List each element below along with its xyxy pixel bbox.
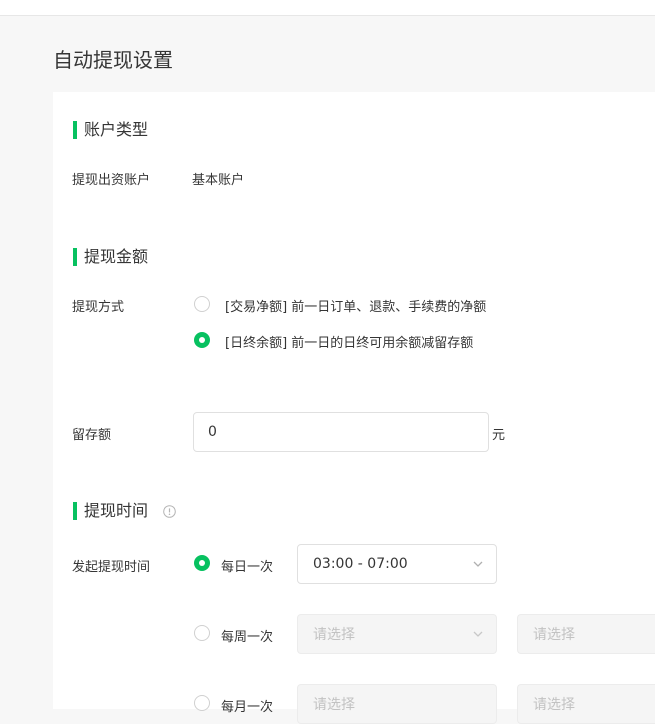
section-title-time: 提现时间 [84,501,149,520]
frequency-monthly-label[interactable]: 每月一次 [221,696,273,715]
radio-net-amount[interactable] [194,296,210,312]
daily-time-value: 03:00 - 07:00 [313,556,408,572]
section-accent-bar [73,121,77,139]
option-day-end-balance-label[interactable]: [日终余额] 前一日的日终可用余额减留存额 [225,332,473,351]
option-net-amount-label[interactable]: [交易净额] 前一日订单、退款、手续费的净额 [225,296,486,315]
frequency-weekly-label[interactable]: 每周一次 [221,626,273,645]
frequency-daily-label[interactable]: 每日一次 [221,556,273,575]
page-title: 自动提现设置 [53,48,173,72]
monthly-day-select[interactable]: 请选择 [297,684,497,724]
weekly-time-select[interactable]: 请选择 [517,614,655,654]
funding-account-value: 基本账户 [192,173,245,188]
section-accent-bar [73,248,77,266]
weekly-day-select[interactable]: 请选择 [297,614,497,654]
section-accent-bar [73,502,77,520]
funding-account-label: 提现出资账户 [72,173,151,188]
radio-weekly[interactable] [194,625,210,641]
withdraw-time-label: 发起提现时间 [72,560,151,575]
reserve-unit: 元 [492,428,506,443]
chevron-down-icon [473,561,483,567]
daily-time-select[interactable]: 03:00 - 07:00 [297,544,497,584]
weekly-day-placeholder: 请选择 [313,627,355,643]
monthly-time-placeholder: 请选择 [533,697,575,713]
chevron-down-icon [473,631,483,637]
withdraw-method-label: 提现方式 [72,300,125,315]
section-title-amount: 提现金额 [84,247,149,266]
reserve-amount-value: 0 [208,424,217,440]
top-bar [0,0,655,16]
weekly-time-placeholder: 请选择 [533,627,575,643]
monthly-day-placeholder: 请选择 [313,697,355,713]
info-circle-icon[interactable] [163,505,176,518]
radio-day-end-balance[interactable] [194,332,210,348]
reserve-amount-label: 留存额 [72,428,112,443]
monthly-time-select[interactable]: 请选择 [517,684,655,724]
reserve-amount-input[interactable]: 0 [193,412,489,452]
section-title-account: 账户类型 [84,120,149,139]
radio-daily[interactable] [194,555,210,571]
